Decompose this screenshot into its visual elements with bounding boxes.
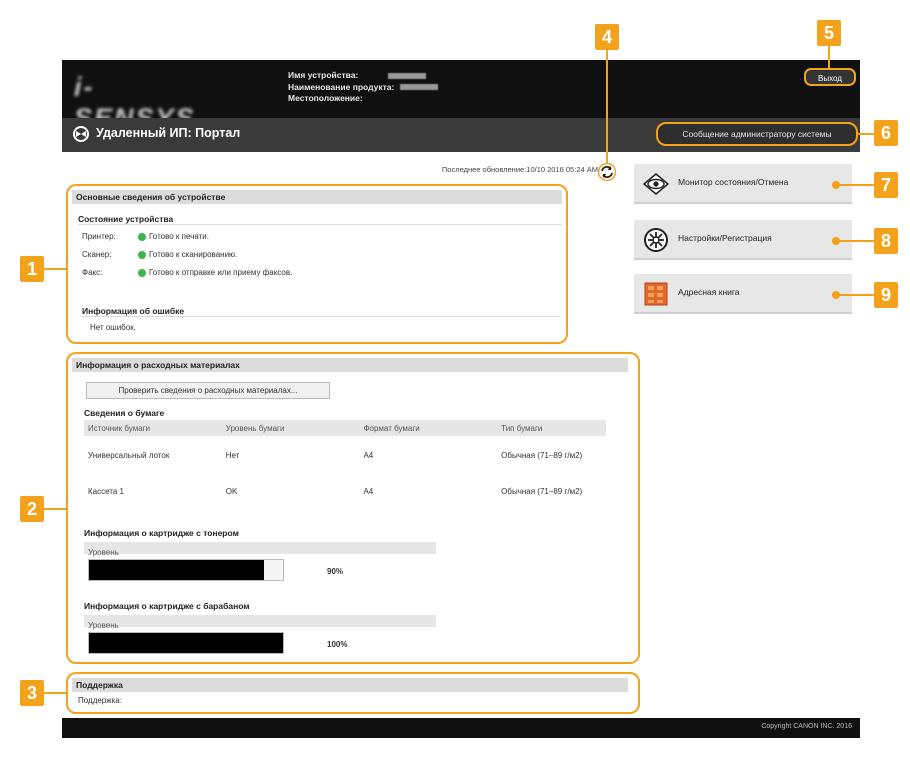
admin-message-link[interactable]: Сообщение администратору системы bbox=[656, 122, 858, 146]
callout-leader-3 bbox=[42, 692, 68, 694]
last-update-text: Последнее обновление:10/10 2016 05:24 AM bbox=[441, 165, 598, 174]
portal-icon bbox=[73, 126, 89, 142]
callout-leader-4 bbox=[606, 50, 608, 164]
callout-badge-3: 3 bbox=[20, 680, 44, 706]
callout-leader-2 bbox=[42, 508, 68, 510]
callout-badge-4: 4 bbox=[595, 24, 619, 50]
eye-icon bbox=[642, 173, 670, 195]
callout-badge-9: 9 bbox=[874, 282, 898, 308]
status-monitor-label: Монитор состояния/Отмена bbox=[678, 177, 789, 187]
callout-frame-support bbox=[66, 672, 640, 714]
callout-badge-7: 7 bbox=[874, 172, 898, 198]
callout-frame-device-info bbox=[66, 184, 568, 344]
callout-leader-9 bbox=[836, 294, 874, 296]
settings-icon bbox=[644, 228, 668, 252]
callout-dot bbox=[832, 291, 840, 299]
settings-registration-label: Настройки/Регистрация bbox=[678, 233, 772, 243]
device-name-label: Имя устройства: bbox=[288, 70, 359, 80]
callout-badge-6: 6 bbox=[874, 120, 898, 146]
address-book-button[interactable]: Адресная книга bbox=[634, 274, 852, 314]
address-book-icon bbox=[644, 282, 668, 306]
location-label: Местоположение: bbox=[288, 93, 363, 103]
settings-registration-button[interactable]: Настройки/Регистрация bbox=[634, 220, 852, 260]
callout-leader-7 bbox=[836, 184, 874, 186]
callout-frame-consumables bbox=[66, 352, 640, 664]
callout-leader-5 bbox=[828, 44, 830, 68]
callout-dot bbox=[832, 237, 840, 245]
device-info-header: Имя устройства: Наименование продукта: М… bbox=[288, 70, 439, 105]
callout-badge-2: 2 bbox=[20, 496, 44, 522]
refresh-icon[interactable] bbox=[598, 163, 616, 181]
callout-leader-1 bbox=[42, 268, 68, 270]
callout-leader-6 bbox=[856, 133, 874, 135]
callout-dot bbox=[832, 181, 840, 189]
brand-logo: i-SENSYS bbox=[74, 72, 194, 133]
status-monitor-button[interactable]: Монитор состояния/Отмена bbox=[634, 164, 852, 204]
address-book-label: Адресная книга bbox=[678, 287, 740, 297]
callout-leader-8 bbox=[836, 240, 874, 242]
product-name-label: Наименование продукта: bbox=[288, 81, 395, 92]
copyright-text: Copyright CANON INC. 2016 bbox=[761, 723, 852, 730]
callout-badge-8: 8 bbox=[874, 228, 898, 254]
callout-badge-1: 1 bbox=[20, 256, 44, 282]
page-title: Удаленный ИП: Портал bbox=[96, 126, 241, 140]
logout-button[interactable]: Выход bbox=[804, 68, 856, 86]
callout-badge-5: 5 bbox=[817, 20, 841, 46]
